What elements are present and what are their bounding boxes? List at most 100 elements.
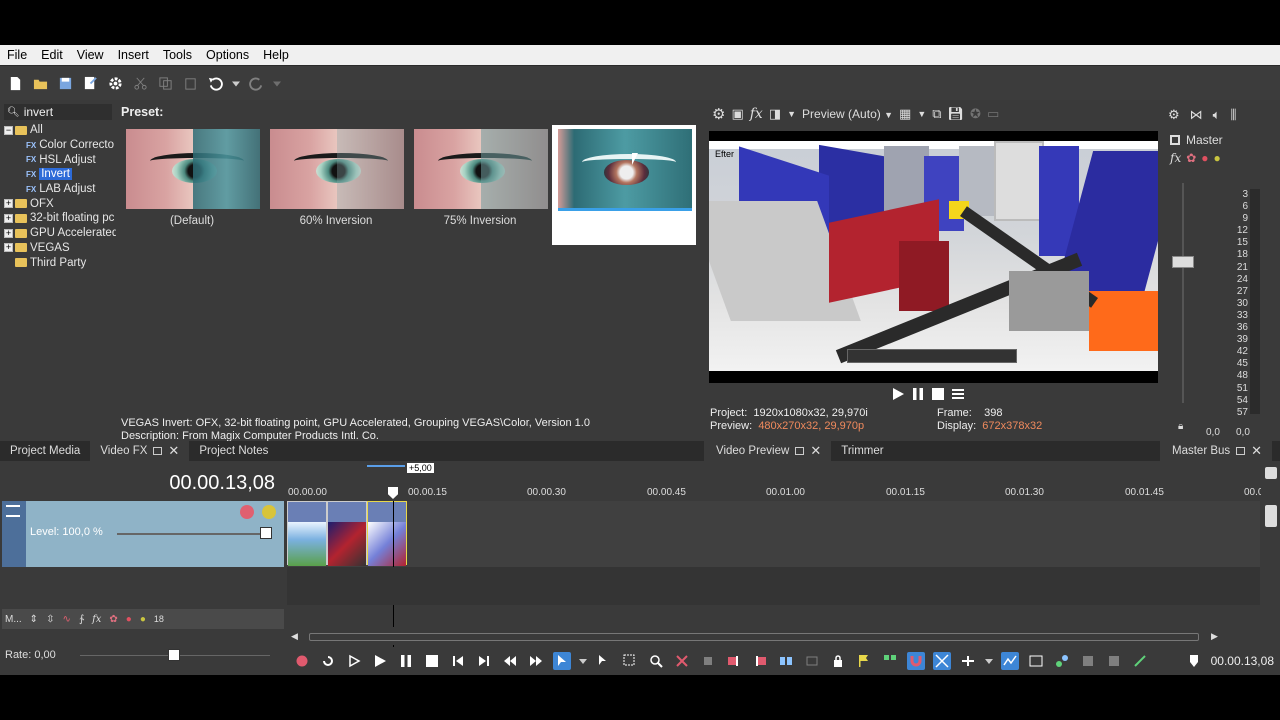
master-mixer-icon[interactable]: ⫼	[1230, 107, 1236, 123]
preview-menu-icon[interactable]	[951, 387, 965, 404]
empty-track-lane[interactable]	[287, 567, 1260, 605]
tree-item-third-party[interactable]: Third Party	[4, 255, 116, 270]
preview-device-icon[interactable]: ▣	[731, 106, 743, 122]
tab-video-preview[interactable]: Video Preview ✕	[706, 441, 832, 461]
envelope-tool-icon[interactable]	[595, 652, 613, 670]
tree-item-lab-adjust[interactable]: FX LAB Adjust	[4, 182, 116, 197]
tree-item-hsl-adjust[interactable]: FX HSL Adjust	[4, 152, 116, 167]
menu-options[interactable]: Options	[199, 48, 256, 62]
menu-view[interactable]: View	[70, 48, 111, 62]
master-settings-gear-icon[interactable]: ⚙	[1168, 107, 1180, 123]
video-clip-1[interactable]	[287, 501, 327, 566]
undock-icon[interactable]	[1236, 447, 1246, 455]
close-icon[interactable]: ✕	[810, 443, 821, 459]
tab-project-media[interactable]: Project Media	[0, 441, 90, 461]
bus-expand-icon[interactable]: ⇳	[46, 614, 54, 625]
track-mute-icon[interactable]	[240, 505, 254, 519]
preview-stop-icon[interactable]	[931, 387, 945, 404]
ripple-edit-icon[interactable]	[959, 652, 977, 670]
split-dropdown-icon[interactable]: ▼	[787, 109, 796, 119]
scroll-right-icon[interactable]: ▶	[1211, 631, 1218, 642]
group-tool-icon[interactable]	[1053, 652, 1071, 670]
stop-icon[interactable]	[423, 652, 441, 670]
master-plugin-icon[interactable]: ✿	[1186, 151, 1196, 165]
cursor-timecode[interactable]: 00.00.13,08	[169, 472, 275, 495]
expand-icon[interactable]: +	[4, 213, 13, 223]
copy-icon[interactable]	[156, 74, 175, 93]
preview-quality-dropdown[interactable]: Preview (Auto) ▼	[802, 107, 893, 121]
time-ruler[interactable]: +5,00 00.00.00 00.00.15 00.00.30 00.00.4…	[287, 463, 1263, 500]
master-mute-icon[interactable]: 🔈︎	[1213, 107, 1221, 123]
events-grouping-icon[interactable]	[1027, 652, 1045, 670]
video-clip-3[interactable]	[367, 501, 407, 566]
tree-item-ofx[interactable]: + OFX	[4, 196, 116, 211]
copy-snapshot-icon[interactable]: ⧉	[932, 106, 941, 122]
preset-default[interactable]: (Default)	[120, 125, 264, 245]
master-lock-icon[interactable]: 🔒︎	[1178, 421, 1183, 432]
lock-icon[interactable]	[829, 652, 847, 670]
edit-tool-dropdown-icon[interactable]	[579, 652, 587, 670]
preview-extra-icon[interactable]: ✪	[970, 106, 981, 122]
loop-region-bar[interactable]	[367, 465, 405, 467]
vscroll-thumb[interactable]	[1265, 505, 1277, 527]
properties-gear-icon[interactable]	[106, 74, 125, 93]
expand-icon[interactable]: +	[4, 228, 13, 238]
delete-icon[interactable]	[673, 652, 691, 670]
video-fx-icon[interactable]: fx	[750, 106, 763, 122]
video-track-lane[interactable]	[287, 501, 1260, 647]
preview-settings-gear-icon[interactable]: ⚙	[712, 105, 725, 123]
close-icon[interactable]: ✕	[168, 443, 179, 459]
audio-bus-header[interactable]: M... ⇕ ⇳ ∿ ∱ fx ✿ ● ● 18	[2, 609, 284, 629]
ungroup-icon[interactable]	[1079, 652, 1097, 670]
track-level-handle[interactable]	[260, 527, 272, 539]
ignore-grouping-icon[interactable]	[803, 652, 821, 670]
tree-item-all[interactable]: − All	[4, 123, 116, 138]
insert-region-icon[interactable]	[881, 652, 899, 670]
bus-automation-icon[interactable]: ∱	[79, 614, 84, 625]
track-solo-icon[interactable]	[262, 505, 276, 519]
redo-icon[interactable]	[247, 74, 266, 93]
trim-icon[interactable]	[699, 652, 717, 670]
preset-60-inversion[interactable]: 60% Inversion	[264, 125, 408, 245]
save-snapshot-icon[interactable]: 💾︎	[948, 106, 965, 122]
preview-pause-icon[interactable]	[911, 387, 925, 404]
timeline-vertical-scrollbar[interactable]	[1261, 465, 1280, 647]
trim-end-icon[interactable]	[751, 652, 769, 670]
master-s-icon[interactable]: ●	[1214, 151, 1221, 165]
insert-marker-icon[interactable]	[855, 652, 873, 670]
menu-insert[interactable]: Insert	[111, 48, 156, 62]
vscroll-up-icon[interactable]	[1265, 467, 1277, 479]
menu-tools[interactable]: Tools	[156, 48, 199, 62]
render-icon[interactable]	[81, 74, 100, 93]
record-icon[interactable]	[293, 652, 311, 670]
tab-master-bus[interactable]: Master Bus ✕	[1162, 441, 1273, 461]
master-fx-icon[interactable]: fx	[1170, 151, 1181, 165]
menu-edit[interactable]: Edit	[34, 48, 70, 62]
preview-play-icon[interactable]	[891, 387, 905, 404]
cut-icon[interactable]	[131, 74, 150, 93]
snapping-magnet-icon[interactable]	[907, 652, 925, 670]
ripple-dropdown-icon[interactable]	[985, 652, 993, 670]
go-to-end-icon[interactable]	[475, 652, 493, 670]
split-icon[interactable]	[777, 652, 795, 670]
expand-icon[interactable]: +	[4, 243, 13, 253]
tab-trimmer[interactable]: Trimmer	[831, 441, 893, 461]
rate-slider-handle[interactable]	[168, 649, 180, 661]
tree-item-invert[interactable]: FX Invert	[4, 167, 116, 182]
bus-solo-icon[interactable]: ●	[140, 614, 146, 625]
playhead-marker-icon[interactable]	[388, 487, 398, 499]
track-level-slider[interactable]	[117, 533, 265, 535]
clear-group-icon[interactable]	[1105, 652, 1123, 670]
redo-dropdown-icon[interactable]	[272, 74, 282, 93]
preset-75-inversion[interactable]: 75% Inversion	[408, 125, 552, 245]
selection-tool-icon[interactable]	[621, 652, 639, 670]
tree-item-gpu-accelerated[interactable]: + GPU Accelerated	[4, 226, 116, 241]
undock-icon[interactable]	[795, 447, 805, 455]
master-fader-handle[interactable]	[1172, 256, 1194, 268]
collapse-icon[interactable]: −	[4, 125, 13, 135]
scrollbar-thumb[interactable]	[309, 633, 1199, 641]
go-to-start-icon[interactable]	[449, 652, 467, 670]
bus-move-icon[interactable]: ⇕	[30, 614, 38, 625]
play-from-start-icon[interactable]	[345, 652, 363, 670]
tree-item-vegas[interactable]: + VEGAS	[4, 241, 116, 256]
